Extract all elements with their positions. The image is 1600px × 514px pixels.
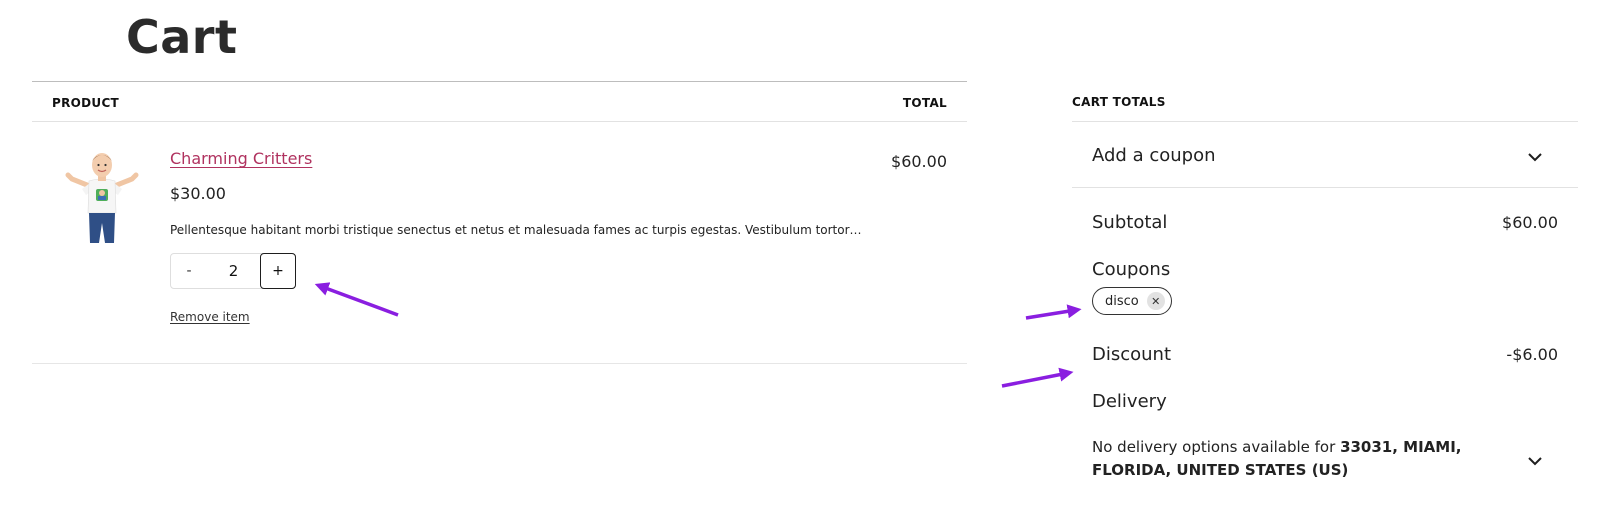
arrow-to-quantity: [314, 282, 399, 317]
product-name-link[interactable]: Charming Critters: [170, 149, 312, 168]
applied-coupon-chip: disco ✕: [1092, 287, 1172, 315]
chevron-down-icon: [1528, 153, 1542, 162]
line-total: $60.00: [891, 152, 947, 171]
discount-value: -$6.00: [1506, 345, 1558, 364]
product-unit-price: $30.00: [170, 184, 226, 203]
discount-label: Discount: [1092, 344, 1172, 365]
product-thumbnail[interactable]: [62, 149, 142, 245]
arrow-to-coupon: [1025, 304, 1082, 320]
table-top-divider: [32, 81, 967, 82]
cart-totals-heading: CART TOTALS: [1072, 95, 1166, 109]
page-title: Cart: [126, 10, 238, 64]
quantity-decrease-button[interactable]: -: [171, 254, 207, 288]
add-coupon-toggle[interactable]: Add a coupon: [1072, 122, 1578, 188]
delivery-note: No delivery options available for 33031,…: [1092, 436, 1492, 482]
coupon-code: disco: [1105, 293, 1139, 309]
chevron-down-icon: [1528, 457, 1542, 466]
delivery-note-text: No delivery options available for: [1092, 438, 1341, 456]
remove-item-link[interactable]: Remove item: [170, 310, 250, 324]
quantity-stepper: - 2 +: [170, 253, 296, 289]
total-column-header: TOTAL: [902, 96, 947, 110]
delivery-options-toggle[interactable]: [1502, 441, 1562, 481]
quantity-increase-button[interactable]: +: [260, 253, 296, 289]
subtotal-value: $60.00: [1502, 213, 1558, 232]
coupon-divider: [1072, 187, 1578, 188]
product-description: Pellentesque habitant morbi tristique se…: [170, 223, 862, 237]
table-bottom-divider: [32, 363, 967, 364]
quantity-input[interactable]: 2: [207, 262, 260, 280]
coupons-label: Coupons: [1092, 259, 1171, 280]
delivery-label: Delivery: [1092, 391, 1167, 412]
header-divider: [32, 121, 967, 122]
product-column-header: PRODUCT: [52, 96, 120, 110]
arrow-to-discount: [1001, 367, 1074, 388]
close-icon[interactable]: ✕: [1146, 292, 1165, 310]
subtotal-label: Subtotal: [1092, 212, 1168, 233]
add-coupon-label: Add a coupon: [1092, 145, 1216, 166]
